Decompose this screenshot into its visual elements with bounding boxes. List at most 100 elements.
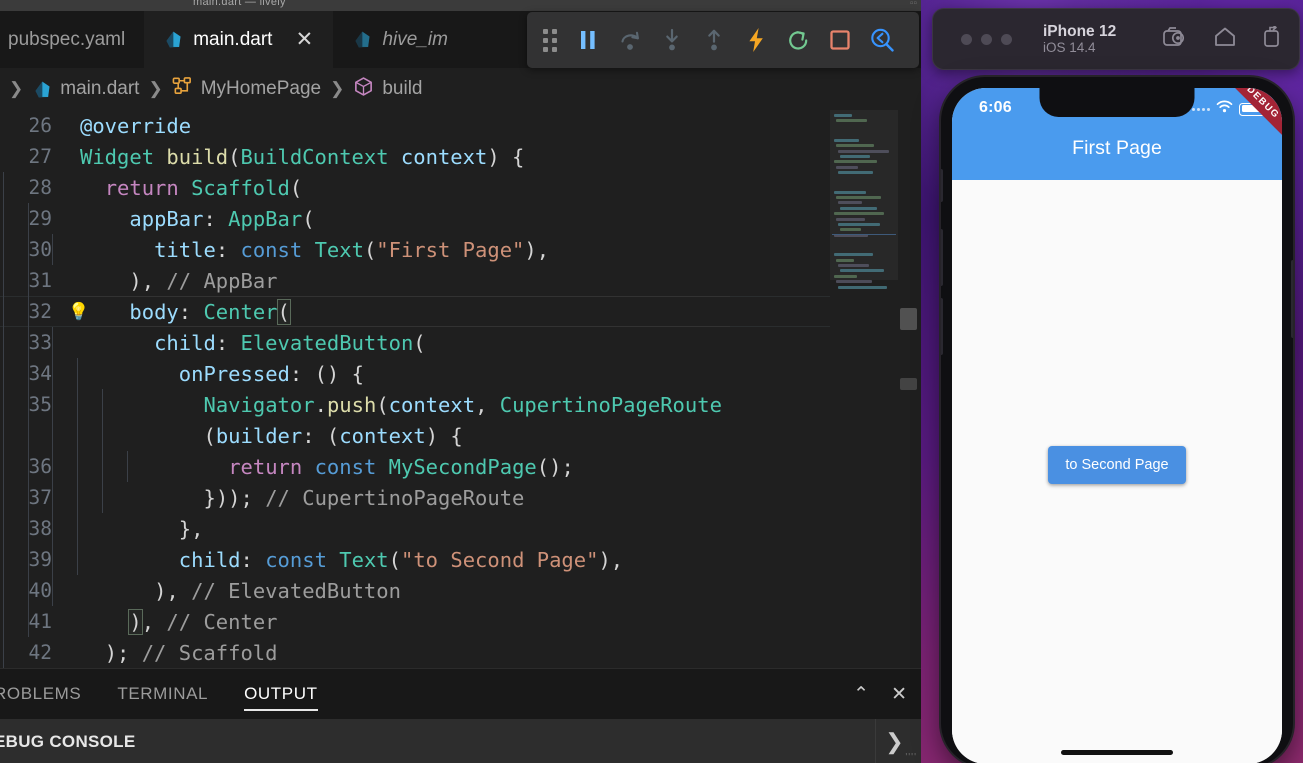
close-icon[interactable]: ✕ [294, 29, 314, 50]
code-token: ( [376, 392, 389, 417]
code-token: // Scaffold [141, 640, 278, 665]
code-line[interactable]: 26 @override [0, 110, 830, 141]
code-token: ) [128, 608, 143, 635]
step-into-button[interactable] [651, 18, 693, 62]
home-icon[interactable] [1213, 26, 1237, 53]
code-token: Scaffold [191, 175, 290, 200]
volume-up-button[interactable] [941, 229, 943, 286]
minimap-line [838, 171, 873, 175]
code-token: child [154, 330, 216, 355]
code-text: child: const Text("to Second Page"), [179, 548, 623, 572]
debug-console-section[interactable]: EBUG CONSOLE ❯ [0, 719, 921, 763]
step-over-button[interactable] [609, 18, 651, 62]
hot-restart-button[interactable] [777, 18, 819, 62]
breadcrumb-item-main-dart[interactable]: main.dart [32, 78, 139, 100]
code-line[interactable]: 39 child: const Text("to Second Page"), [0, 544, 830, 575]
stop-button[interactable] [819, 18, 861, 62]
code-token: context [400, 144, 488, 169]
editor-tab-hive-im[interactable]: hive_im [333, 11, 466, 68]
code-token: ( [363, 237, 377, 262]
inspector-button[interactable] [861, 18, 903, 62]
code-line[interactable]: 36 return const MySecondPage(); [0, 451, 830, 482]
editor-tab-pubspec-yaml[interactable]: pubspec.yaml [0, 11, 144, 68]
pause-button[interactable] [567, 18, 609, 62]
appbar-title: First Page [1072, 137, 1162, 159]
code-token: ), [129, 268, 167, 293]
method-icon [353, 76, 374, 103]
panel-tab-terminal[interactable]: TERMINAL [99, 669, 226, 719]
screen: main.dart — lively ▫▫ pubspec.yaml main.d… [0, 0, 1303, 763]
code-text: onPressed: () { [179, 362, 364, 386]
breadcrumb-item-build[interactable]: build [353, 76, 423, 103]
rotate-icon[interactable] [1261, 24, 1283, 53]
window-titlebar: main.dart — lively ▫▫ [0, 0, 921, 11]
iphone-screen[interactable]: 6:06 First Page DEBUG to Second Page [952, 88, 1282, 763]
line-number: 38 [28, 517, 52, 540]
close-panel-button[interactable]: ✕ [891, 685, 907, 704]
code-line[interactable]: (builder: (context) { [0, 420, 830, 451]
hot-reload-button[interactable] [735, 18, 777, 62]
editor-scrollbar[interactable] [898, 110, 921, 668]
status-bar-time: 6:06 [979, 99, 1012, 116]
code-token: : ( [302, 423, 340, 448]
volume-down-button[interactable] [941, 298, 943, 355]
code-editor[interactable]: 26 @override 27 Widget build(BuildContext c… [0, 110, 921, 668]
minimap-line [838, 149, 889, 153]
collapse-panel-button[interactable]: ⌃ [853, 685, 869, 704]
minimap-line [838, 223, 880, 226]
minimap-line [836, 165, 858, 169]
line-number: 26 [28, 114, 52, 137]
scrollbar-thumb[interactable] [900, 308, 917, 330]
code-line[interactable]: 31), // AppBar [0, 265, 830, 296]
screenshot-icon[interactable] [1163, 26, 1189, 53]
code-text: Widget build(BuildContext context) { [80, 145, 524, 169]
panel-tab-roblems[interactable]: ROBLEMS [0, 669, 99, 719]
code-text: }, [179, 517, 204, 541]
line-number: 39 [28, 548, 52, 571]
code-line[interactable]: 41), // Center [0, 606, 830, 637]
code-token: title [154, 237, 216, 262]
panel-resize-grip[interactable]: '''' [905, 752, 917, 763]
minimap[interactable] [830, 110, 898, 668]
code-text: ), // ElevatedButton [154, 579, 401, 603]
dart-icon [163, 29, 183, 50]
code-line[interactable]: 29 appBar: AppBar( [0, 203, 830, 234]
code-line[interactable]: 38}, [0, 513, 830, 544]
dart-icon [352, 29, 372, 50]
code-line[interactable]: 28 return Scaffold( [0, 172, 830, 203]
minimap-line [836, 280, 872, 284]
code-line[interactable]: 42); // Scaffold [0, 637, 830, 668]
simulator-window-buttons[interactable] [961, 33, 1012, 45]
power-button[interactable] [1291, 260, 1293, 338]
editor-tab-main-dart[interactable]: main.dart ✕ [144, 11, 334, 68]
breadcrumb-item-myhomepage[interactable]: MyHomePage [172, 76, 321, 102]
lightbulb-icon[interactable]: 💡 [68, 302, 90, 322]
step-out-button[interactable] [693, 18, 735, 62]
minimap-line [834, 274, 857, 278]
code-line[interactable]: 33 child: ElevatedButton( [0, 327, 830, 358]
code-line[interactable]: 40), // ElevatedButton [0, 575, 830, 606]
to-second-page-button[interactable]: to Second Page [1048, 445, 1186, 484]
home-indicator[interactable] [1061, 750, 1173, 755]
code-lines-container[interactable]: 26 @override 27 Widget build(BuildContext c… [0, 110, 830, 668]
tab-label: pubspec.yaml [8, 29, 126, 50]
minimap-current-line [832, 234, 896, 235]
code-line[interactable]: 34 onPressed: () { [0, 358, 830, 389]
code-line[interactable]: 32 💡 body: Center( [0, 296, 830, 327]
code-line[interactable]: 37})); // CupertinoPageRoute [0, 482, 830, 513]
minimap-line [836, 144, 874, 148]
tab-label: hive_im [382, 29, 448, 50]
code-token: CupertinoPageRoute [499, 392, 722, 417]
debug-toolbar-drag-handle[interactable] [533, 18, 567, 62]
line-number: 27 [28, 145, 52, 168]
code-token: "First Page" [376, 237, 525, 262]
code-token: child [178, 547, 241, 572]
panel-tab-output[interactable]: OUTPUT [226, 669, 335, 719]
silent-switch[interactable] [941, 169, 943, 202]
breadcrumb-label: MyHomePage [200, 78, 322, 99]
code-line[interactable]: 35 Navigator.push(context, CupertinoPageR… [0, 389, 830, 420]
code-line[interactable]: 27 Widget build(BuildContext context) { [0, 141, 830, 172]
code-line[interactable]: 30 title: const Text("First Page"), [0, 234, 830, 265]
minimap-line [836, 119, 867, 123]
class-icon [172, 76, 193, 102]
